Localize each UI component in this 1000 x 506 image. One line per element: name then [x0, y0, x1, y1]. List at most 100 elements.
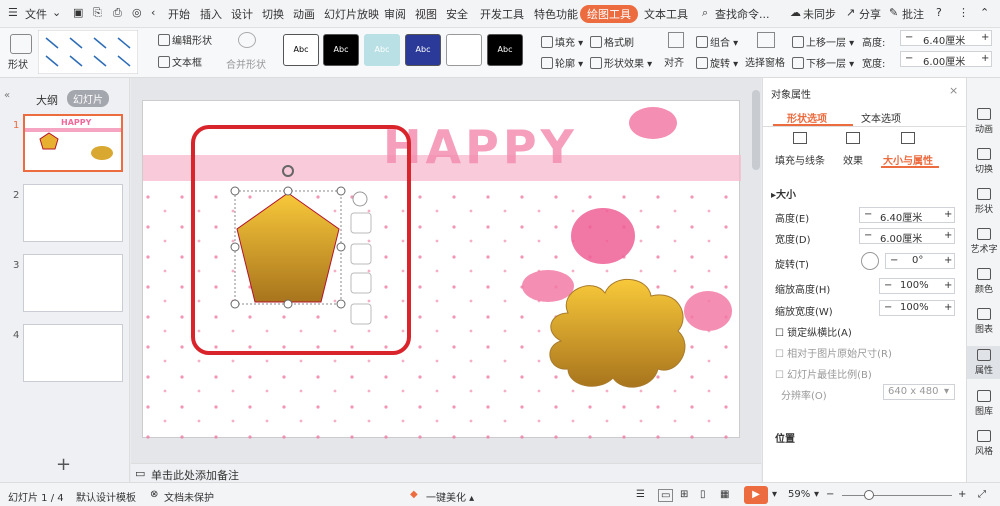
resize-handle[interactable]: [336, 186, 346, 196]
plus-icon[interactable]: +: [944, 255, 952, 266]
resize-handle[interactable]: [283, 299, 293, 309]
checkbox-icon[interactable]: ☐: [775, 328, 784, 339]
resize-handle[interactable]: [230, 186, 240, 196]
file-menu[interactable]: 文件: [25, 6, 47, 22]
subtab-fill-line[interactable]: 填充与线条: [775, 152, 825, 167]
selection-pane-button[interactable]: 选择窗格: [745, 54, 785, 69]
tab-transition[interactable]: 切换: [262, 6, 284, 22]
side-shape[interactable]: 形状: [967, 188, 1000, 215]
minus-icon[interactable]: −: [884, 302, 892, 313]
relative-original-option[interactable]: ☐ 相对于图片原始尺寸(R): [775, 345, 892, 360]
scale-height-input[interactable]: − 100% +: [879, 278, 955, 294]
collapse-icon[interactable]: ⌃: [980, 6, 989, 19]
search-command[interactable]: 查找命令...: [715, 6, 770, 22]
tab-home[interactable]: 开始: [168, 6, 190, 22]
plus-icon[interactable]: +: [944, 280, 952, 291]
zoom-dropdown-icon[interactable]: ▾: [814, 489, 819, 500]
side-gallery[interactable]: 图库: [967, 390, 1000, 417]
minus-icon[interactable]: −: [884, 280, 892, 291]
subtab-effect[interactable]: 效果: [843, 152, 863, 167]
more-icon[interactable]: ‹: [151, 6, 155, 19]
zoom-slider[interactable]: [842, 495, 952, 496]
checkbox-icon[interactable]: ☐: [775, 370, 784, 381]
comment-button[interactable]: 批注: [902, 6, 924, 22]
tab-shape-options[interactable]: 形状选项: [787, 110, 827, 125]
plus-icon[interactable]: +: [981, 32, 989, 43]
notes-placeholder[interactable]: 单击此处添加备注: [151, 467, 239, 483]
shape-button[interactable]: 形状: [8, 56, 28, 71]
resize-handle[interactable]: [230, 242, 240, 252]
best-scale-option[interactable]: ☐ 幻灯片最佳比例(B): [775, 366, 872, 381]
slide-thumbnail-4[interactable]: [23, 324, 123, 382]
section-position-header[interactable]: 位置: [775, 430, 795, 445]
plus-icon[interactable]: +: [944, 209, 952, 220]
ribbon-height-field[interactable]: − 6.40厘米 +: [900, 30, 992, 47]
preview-icon[interactable]: ◎: [132, 6, 142, 19]
settings-icon[interactable]: ⋮: [958, 6, 969, 19]
side-style[interactable]: 风格: [967, 430, 1000, 457]
tab-text-tools[interactable]: 文本工具: [644, 6, 688, 22]
send-backward-button[interactable]: 下移一层 ▾: [792, 55, 854, 70]
normal-view-icon[interactable]: ▭: [658, 489, 674, 502]
tab-features[interactable]: 特色功能: [534, 6, 578, 22]
minus-icon[interactable]: −: [864, 209, 872, 220]
slide[interactable]: HAPPY: [142, 100, 741, 439]
group-button[interactable]: 组合 ▾: [696, 34, 738, 49]
edit-shape-button[interactable]: 编辑形状: [158, 32, 212, 47]
fill-button[interactable]: 填充 ▾: [541, 34, 583, 49]
align-button[interactable]: 对齐: [664, 54, 684, 69]
rotate-input[interactable]: − 0° +: [885, 253, 955, 269]
tab-developer[interactable]: 开发工具: [480, 6, 524, 22]
minus-icon[interactable]: −: [905, 53, 913, 64]
textbox-button[interactable]: 文本框: [158, 54, 202, 69]
tab-outline[interactable]: 大纲: [36, 92, 58, 108]
merge-shape-button[interactable]: 合并形状: [226, 56, 266, 71]
style-swatch-1[interactable]: Abc: [283, 34, 319, 66]
shape-gallery[interactable]: [38, 30, 138, 74]
tab-design[interactable]: 设计: [231, 6, 253, 22]
beautify-button[interactable]: 一键美化 ▴: [426, 489, 474, 504]
style-swatch-6[interactable]: Abc: [487, 34, 523, 66]
preview-view-icon[interactable]: ▦: [720, 489, 729, 500]
tab-security[interactable]: 安全: [446, 6, 468, 22]
tab-drawing-tools[interactable]: 绘图工具: [580, 5, 638, 23]
search-icon[interactable]: ⌕: [702, 6, 708, 20]
collapse-panel-icon[interactable]: «: [4, 90, 10, 101]
zoom-out-icon[interactable]: −: [826, 489, 834, 500]
scale-width-input[interactable]: − 100% +: [879, 300, 955, 316]
plus-icon[interactable]: +: [944, 302, 952, 313]
height-input[interactable]: − 6.40厘米 +: [859, 207, 955, 224]
minus-icon[interactable]: −: [890, 255, 898, 266]
tab-animation[interactable]: 动画: [293, 6, 315, 22]
tab-insert[interactable]: 插入: [200, 6, 222, 22]
checkbox-icon[interactable]: ☐: [775, 349, 784, 360]
resize-handle[interactable]: [283, 186, 293, 196]
protect-status[interactable]: 文档未保护: [164, 489, 214, 504]
play-options-icon[interactable]: ▾: [772, 489, 777, 500]
rotate-button[interactable]: 旋转 ▾: [696, 55, 738, 70]
layers-icon[interactable]: [350, 212, 372, 234]
shape-effect-button[interactable]: 形状效果 ▾: [590, 55, 652, 70]
collapse-float-icon[interactable]: [352, 191, 368, 207]
style-swatch-5[interactable]: [446, 34, 482, 66]
ribbon-width-field[interactable]: − 6.00厘米 +: [900, 51, 992, 68]
zoom-in-icon[interactable]: +: [958, 489, 966, 500]
reading-view-icon[interactable]: ▯: [700, 489, 706, 500]
style-swatch-2[interactable]: Abc: [323, 34, 359, 66]
fill-float-icon[interactable]: [350, 243, 372, 265]
side-color[interactable]: 颜色: [967, 268, 1000, 295]
pen-icon[interactable]: [350, 303, 372, 325]
slide-thumbnail-1[interactable]: HAPPY: [23, 114, 123, 172]
fit-window-icon[interactable]: ⤢: [978, 489, 986, 500]
plus-icon[interactable]: +: [944, 230, 952, 241]
template-name[interactable]: 默认设计模板: [76, 489, 136, 504]
play-button[interactable]: ▶: [744, 486, 768, 504]
save-icon[interactable]: ▣: [73, 6, 83, 19]
slide-thumbnail-3[interactable]: [23, 254, 123, 312]
export-icon[interactable]: ⎘: [93, 6, 102, 20]
help-icon[interactable]: ?: [936, 6, 942, 19]
plus-icon[interactable]: +: [981, 53, 989, 64]
canvas-scrollbar[interactable]: [752, 90, 760, 170]
outline-button[interactable]: 轮廓 ▾: [541, 55, 583, 70]
subtab-size-property[interactable]: 大小与属性: [883, 152, 933, 167]
